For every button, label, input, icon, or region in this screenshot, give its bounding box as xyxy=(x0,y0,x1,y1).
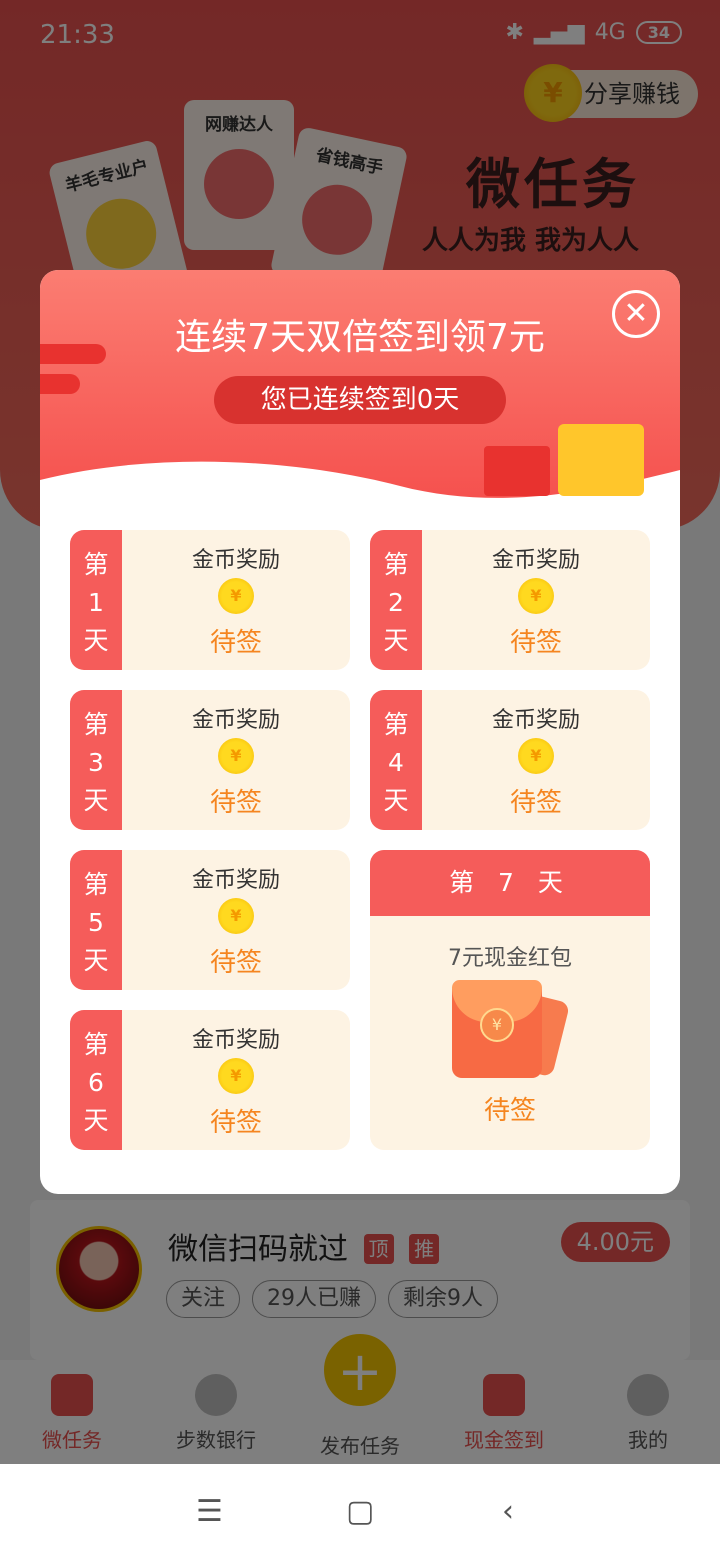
checkin-status: 待签 xyxy=(509,788,562,818)
day-strip-text: 天 xyxy=(383,786,409,815)
day-strip-text: 1 xyxy=(88,588,104,617)
day-strip-text: 5 xyxy=(88,908,104,937)
day-strip: 第 5 天 xyxy=(70,850,122,990)
reward-label: 金币奖励 xyxy=(191,1028,280,1053)
day-strip-text: 天 xyxy=(383,626,409,655)
reward-label: 金币奖励 xyxy=(191,868,280,893)
coin-icon: ¥ xyxy=(518,738,554,774)
gift-icon xyxy=(484,446,550,496)
system-nav-bar: ☰ ▢ ‹ xyxy=(0,1464,720,1560)
close-icon: ✕ xyxy=(623,296,649,331)
coin-icon: ¥ xyxy=(218,578,254,614)
reward-label: 金币奖励 xyxy=(491,708,580,733)
checkin-status: 待签 xyxy=(209,788,262,818)
day-strip-text: 4 xyxy=(388,748,404,777)
back-icon[interactable]: ‹ xyxy=(502,1494,514,1529)
day-strip-text: 第 xyxy=(383,710,409,739)
red-packet-front: ¥ xyxy=(452,980,542,1078)
day-strip-text: 3 xyxy=(88,748,104,777)
close-button[interactable]: ✕ xyxy=(612,290,660,338)
checkin-status: 待签 xyxy=(509,628,562,658)
day7-header: 第 7 天 xyxy=(370,850,650,916)
day-strip-text: 天 xyxy=(83,786,109,815)
coin-icon: ¥ xyxy=(218,738,254,774)
modal-title: 连续7天双倍签到领7元 xyxy=(175,317,545,358)
coin-icon: ¥ xyxy=(518,578,554,614)
reward-label: 金币奖励 xyxy=(191,548,280,573)
day-strip-text: 天 xyxy=(83,626,109,655)
menu-icon[interactable]: ☰ xyxy=(196,1494,223,1529)
day-strip: 第 1 天 xyxy=(70,530,122,670)
gift-icon xyxy=(558,424,644,496)
day-strip: 第 3 天 xyxy=(70,690,122,830)
day-strip: 第 2 天 xyxy=(370,530,422,670)
day-strip-text: 第 xyxy=(83,710,109,739)
checkin-modal: 连续7天双倍签到领7元 您已连续签到0天 ✕ 第 1 天 金币奖励 ¥ 待签 第… xyxy=(40,270,680,1194)
day7-reward-label: 7元现金红包 xyxy=(448,946,572,971)
day-strip-text: 6 xyxy=(88,1068,104,1097)
red-packet-icon: ¥ xyxy=(452,980,571,1080)
day-card-7: 第 7 天 7元现金红包 ¥ 待签 xyxy=(370,850,650,1150)
day-card-2: 第 2 天 金币奖励 ¥ 待签 xyxy=(370,530,650,670)
coin-icon: ¥ xyxy=(218,898,254,934)
reward-label: 金币奖励 xyxy=(491,548,580,573)
day-card-5: 第 5 天 金币奖励 ¥ 待签 xyxy=(70,850,350,990)
yen-icon: ¥ xyxy=(480,1008,514,1042)
ribbon-decoration xyxy=(40,374,80,394)
checkin-status: 待签 xyxy=(209,628,262,658)
reward-label: 金币奖励 xyxy=(191,708,280,733)
day-strip-text: 第 xyxy=(383,550,409,579)
day-card-3: 第 3 天 金币奖励 ¥ 待签 xyxy=(70,690,350,830)
streak-badge: 您已连续签到0天 xyxy=(214,376,506,424)
day-strip-text: 天 xyxy=(83,946,109,975)
checkin-status: 待签 xyxy=(209,948,262,978)
day-card-4: 第 4 天 金币奖励 ¥ 待签 xyxy=(370,690,650,830)
day-strip-text: 第 xyxy=(83,870,109,899)
day-card-6: 第 6 天 金币奖励 ¥ 待签 xyxy=(70,1010,350,1150)
day-strip-text: 第 xyxy=(83,550,109,579)
checkin-status: 待签 xyxy=(209,1108,262,1138)
checkin-status: 待签 xyxy=(483,1096,536,1126)
day-strip: 第 4 天 xyxy=(370,690,422,830)
day-strip: 第 6 天 xyxy=(70,1010,122,1150)
home-icon[interactable]: ▢ xyxy=(346,1494,374,1529)
day-strip-text: 天 xyxy=(83,1106,109,1135)
day-strip-text: 2 xyxy=(388,588,404,617)
day-strip-text: 第 xyxy=(83,1030,109,1059)
day-card-1: 第 1 天 金币奖励 ¥ 待签 xyxy=(70,530,350,670)
coin-icon: ¥ xyxy=(218,1058,254,1094)
